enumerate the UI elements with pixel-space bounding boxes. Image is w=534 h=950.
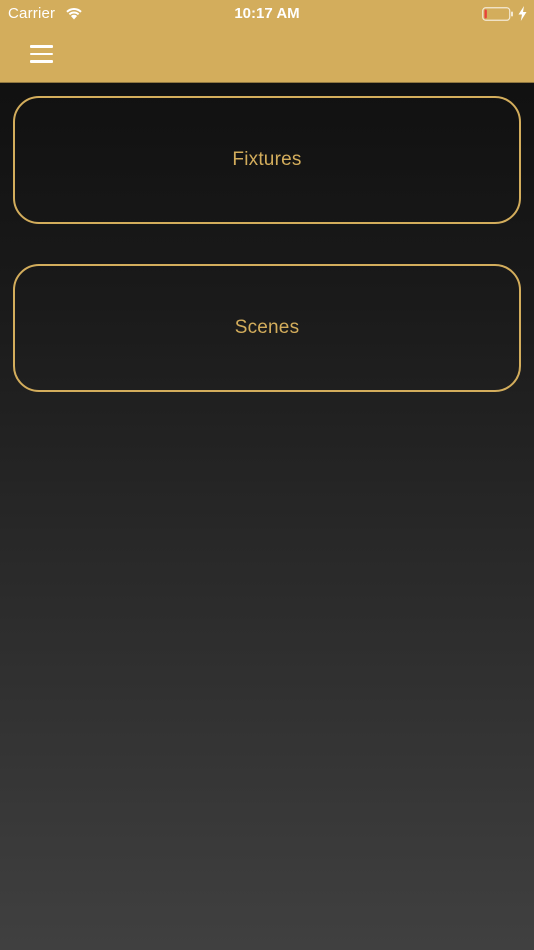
scenes-button-label: Scenes (234, 317, 300, 338)
fixtures-button-label: Fixtures (232, 149, 302, 170)
app-header: Carrier 10:17 AM (0, 0, 534, 83)
battery-level-fill (484, 9, 487, 19)
scenes-button[interactable]: Scenes (13, 264, 521, 392)
battery-icon (482, 7, 513, 21)
status-time: 10:17 AM (234, 5, 300, 22)
hamburger-menu-icon[interactable] (22, 36, 62, 72)
status-bar: Carrier 10:17 AM (0, 0, 534, 28)
fixtures-button[interactable]: Fixtures (13, 96, 521, 224)
charging-bolt-icon (518, 6, 527, 21)
